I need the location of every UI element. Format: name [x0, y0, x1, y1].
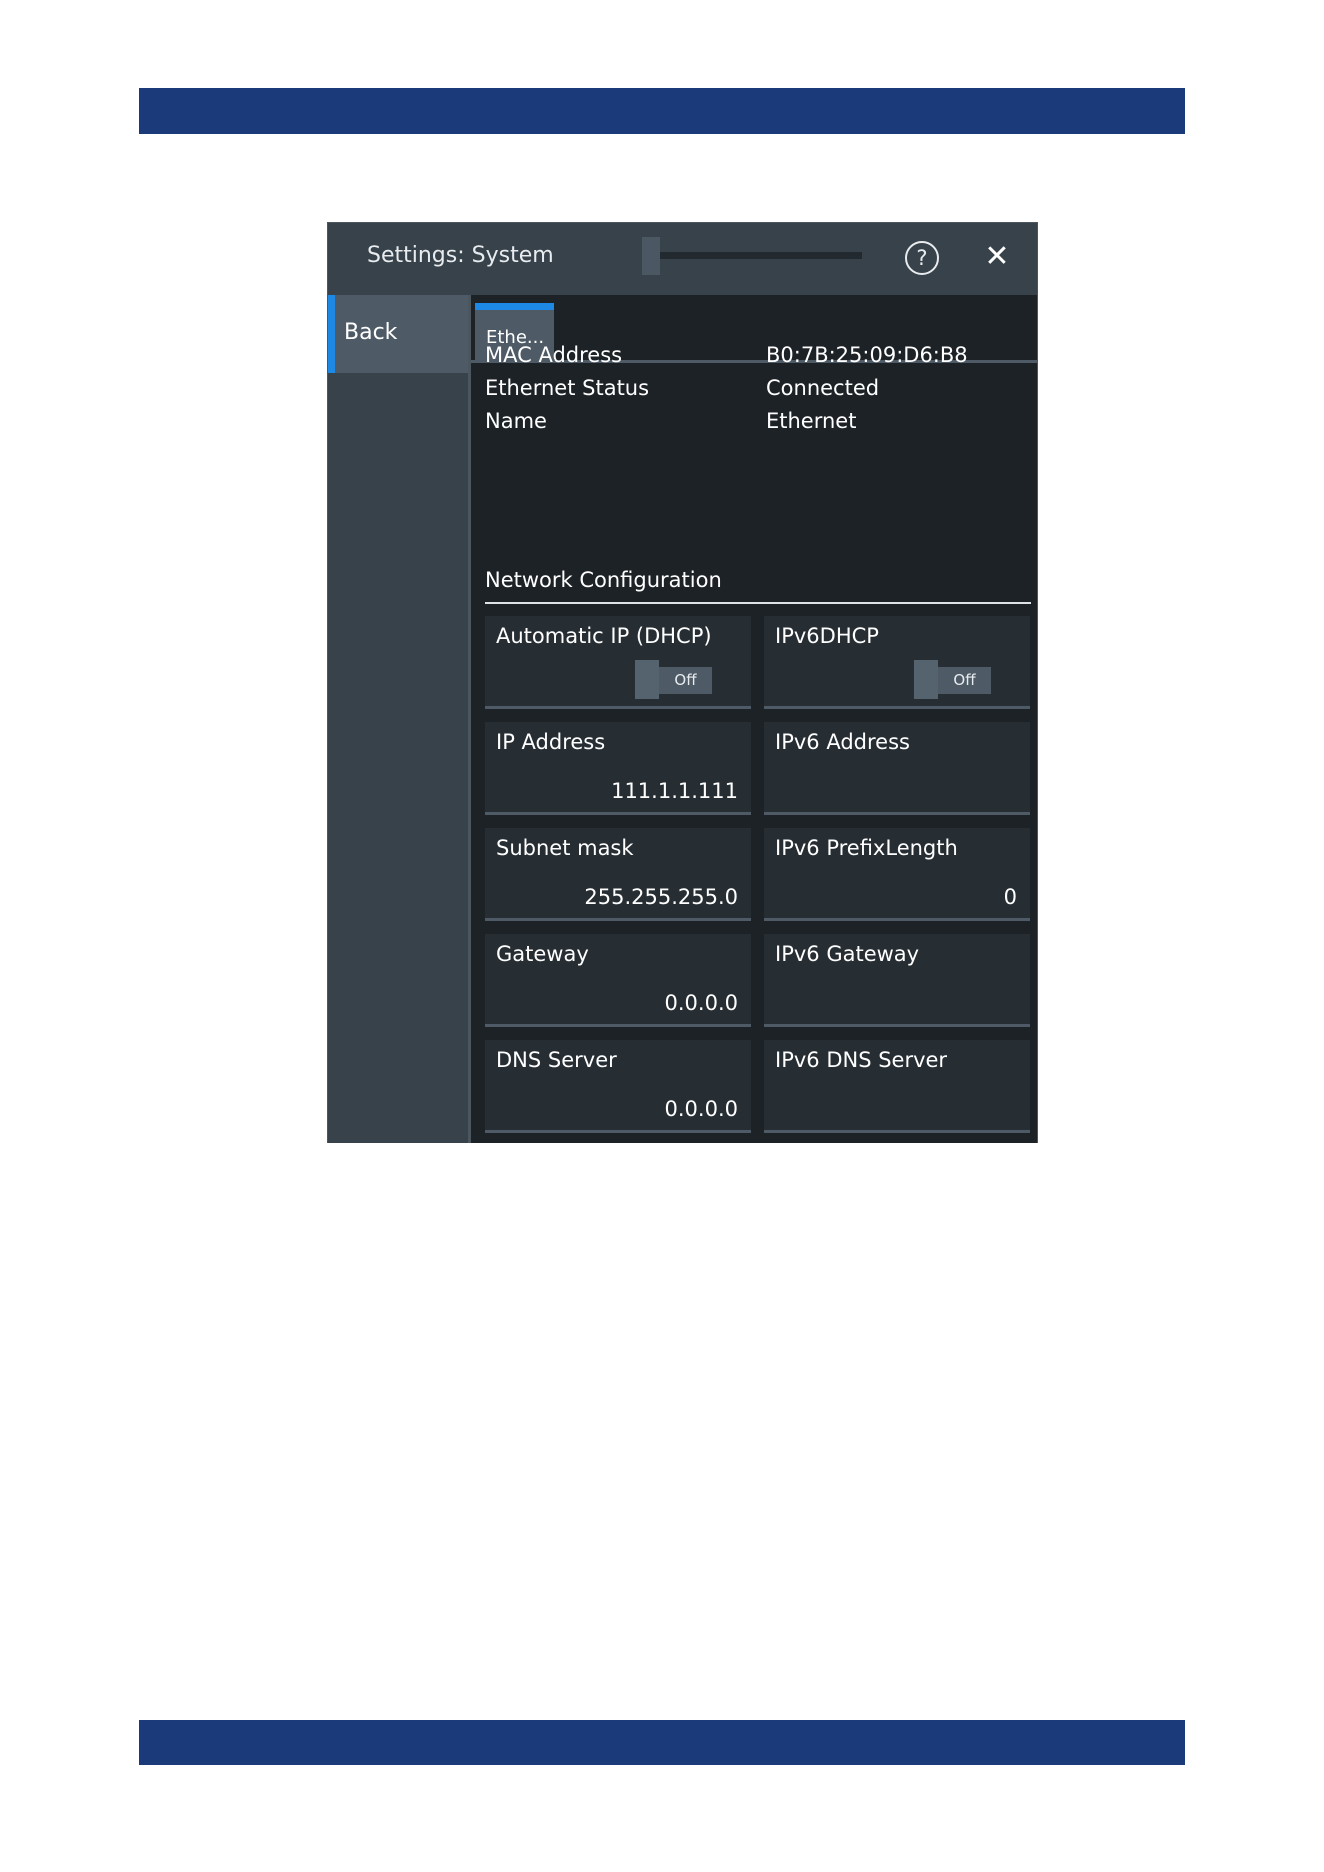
mac-address-label: MAC Address — [485, 343, 623, 367]
ipv6dhcp-label: IPv6DHCP — [775, 624, 879, 648]
dhcp-toggle-state: Off — [674, 671, 697, 689]
network-configuration-heading: Network Configuration — [485, 568, 722, 592]
subnet-mask-value: 255.255.255.0 — [584, 885, 738, 909]
dns-server-value: 0.0.0.0 — [664, 1097, 738, 1121]
ipv6-prefix-length-field[interactable]: IPv6 PrefixLength 0 — [764, 828, 1030, 921]
ethernet-status-label: Ethernet Status — [485, 376, 650, 400]
ethernet-status-value: Connected — [766, 376, 880, 400]
dns-server-label: DNS Server — [496, 1048, 617, 1072]
gateway-field[interactable]: Gateway 0.0.0.0 — [485, 934, 751, 1027]
ipv6-dns-server-field[interactable]: IPv6 DNS Server — [764, 1040, 1030, 1133]
sidebar: Back — [328, 295, 468, 1143]
dhcp-toggle[interactable]: Off — [635, 660, 712, 699]
back-active-indicator — [328, 295, 335, 373]
toggle-track: Off — [938, 667, 991, 694]
gateway-label: Gateway — [496, 942, 589, 966]
toggle-knob — [635, 660, 659, 699]
ipv6-prefix-length-label: IPv6 PrefixLength — [775, 836, 958, 860]
dialog-titlebar: Settings: System ? ✕ — [328, 223, 1037, 295]
dns-server-field[interactable]: DNS Server 0.0.0.0 — [485, 1040, 751, 1133]
toggle-track: Off — [659, 667, 712, 694]
dialog-title: Settings: System — [367, 243, 554, 268]
back-button-label: Back — [344, 320, 398, 345]
subnet-mask-label: Subnet mask — [496, 836, 634, 860]
subnet-mask-field[interactable]: Subnet mask 255.255.255.0 — [485, 828, 751, 921]
name-label: Name — [485, 409, 547, 433]
settings-dialog: Settings: System ? ✕ Back Ethe... MAC Ad… — [327, 222, 1038, 1143]
tab-active-indicator — [475, 303, 554, 310]
ipv6-dns-server-label: IPv6 DNS Server — [775, 1048, 948, 1072]
sidebar-divider — [468, 295, 471, 1143]
ipv6-gateway-field[interactable]: IPv6 Gateway — [764, 934, 1030, 1027]
ipv6dhcp-toggle-state: Off — [953, 671, 976, 689]
title-scrollbar-track[interactable] — [644, 252, 862, 259]
ipv6-address-label: IPv6 Address — [775, 730, 910, 754]
ip-address-value: 111.1.1.111 — [611, 779, 738, 803]
ipv6dhcp-toggle[interactable]: Off — [914, 660, 991, 699]
ipv6-gateway-label: IPv6 Gateway — [775, 942, 920, 966]
back-button[interactable]: Back — [328, 295, 468, 373]
ipv6-prefix-length-value: 0 — [1003, 885, 1017, 909]
help-icon[interactable]: ? — [905, 241, 939, 275]
ipv6-address-field[interactable]: IPv6 Address — [764, 722, 1030, 815]
ip-address-field[interactable]: IP Address 111.1.1.111 — [485, 722, 751, 815]
ip-address-label: IP Address — [496, 730, 606, 754]
header-band — [139, 88, 1185, 134]
close-icon[interactable]: ✕ — [978, 237, 1016, 277]
name-value: Ethernet — [766, 409, 857, 433]
mac-address-value: B0:7B:25:09:D6:B8 — [766, 343, 968, 367]
section-divider — [485, 602, 1031, 604]
toggle-knob — [914, 660, 938, 699]
title-scrollbar-thumb[interactable] — [642, 237, 660, 275]
gateway-value: 0.0.0.0 — [664, 991, 738, 1015]
dhcp-label: Automatic IP (DHCP) — [496, 624, 712, 648]
ipv6dhcp-field[interactable]: IPv6DHCP Off — [764, 616, 1030, 709]
dhcp-field[interactable]: Automatic IP (DHCP) Off — [485, 616, 751, 709]
footer-band — [139, 1720, 1185, 1765]
